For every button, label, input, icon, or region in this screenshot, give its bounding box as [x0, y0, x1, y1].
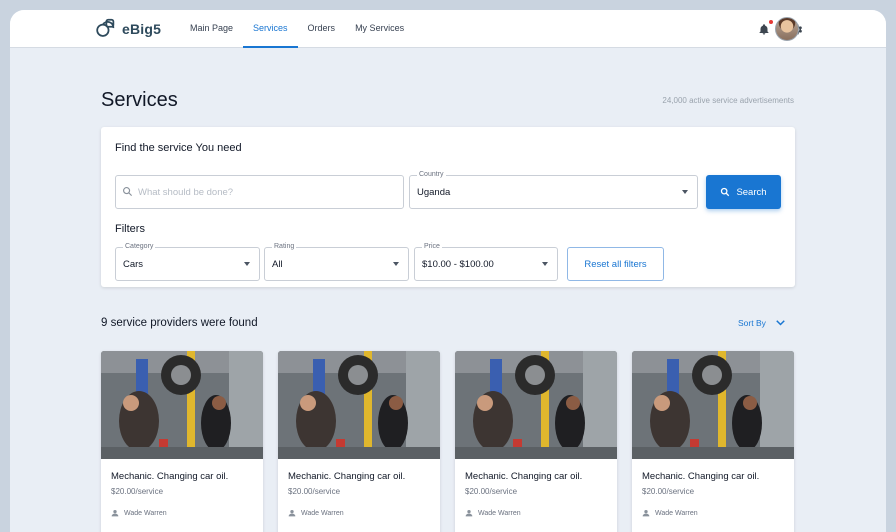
search-button[interactable]: Search [706, 175, 781, 209]
card-title: Mechanic. Changing car oil. [642, 471, 760, 482]
app-window: eBig5 Main Page Services Orders My Servi… [10, 10, 886, 532]
nav-orders[interactable]: Orders [298, 10, 346, 48]
service-card[interactable]: Mechanic. Changing car oil. $20.00/servi… [278, 351, 440, 532]
category-select[interactable]: Category Cars [115, 243, 260, 281]
user-icon [288, 510, 296, 517]
rating-label: Rating [272, 243, 297, 250]
card-author-name: Wade Warren [655, 509, 698, 517]
user-icon [465, 510, 473, 517]
logo[interactable]: eBig5 [95, 18, 161, 39]
page-title: Services [101, 89, 178, 111]
card-price: $20.00/service [642, 487, 695, 496]
service-image [455, 351, 617, 459]
chevron-down-icon [244, 262, 250, 266]
service-image [632, 351, 794, 459]
notification-dot [769, 20, 773, 24]
filters-heading: Filters [115, 223, 145, 235]
service-card-list: Mechanic. Changing car oil. $20.00/servi… [101, 351, 794, 532]
bell-icon [759, 23, 769, 34]
rating-select[interactable]: Rating All [264, 243, 409, 281]
search-input[interactable]: What should be done? [115, 175, 404, 209]
top-navigation-bar: eBig5 Main Page Services Orders My Servi… [10, 10, 886, 48]
sort-by-label: Sort By [738, 318, 766, 328]
search-placeholder: What should be done? [138, 187, 234, 198]
chevron-down-icon [776, 320, 785, 326]
category-label: Category [123, 243, 156, 250]
card-price: $20.00/service [465, 487, 518, 496]
chevron-down-icon [393, 262, 399, 266]
logo-icon [96, 18, 115, 37]
search-filter-card: Find the service You need What should be… [101, 127, 795, 287]
nav-services[interactable]: Services [243, 10, 298, 48]
service-card[interactable]: Mechanic. Changing car oil. $20.00/servi… [455, 351, 617, 532]
card-title: Mechanic. Changing car oil. [288, 471, 406, 482]
user-icon [642, 510, 650, 517]
service-card[interactable]: Mechanic. Changing car oil. $20.00/servi… [101, 351, 263, 532]
card-author-name: Wade Warren [124, 509, 167, 517]
logo-text: eBig5 [122, 20, 162, 37]
card-author-name: Wade Warren [478, 509, 521, 517]
service-card[interactable]: Mechanic. Changing car oil. $20.00/servi… [632, 351, 794, 532]
user-icon [111, 510, 119, 517]
card-price: $20.00/service [111, 487, 164, 496]
nav-my-services[interactable]: My Services [345, 10, 414, 48]
card-author: Wade Warren [465, 509, 521, 517]
search-button-label: Search [736, 186, 767, 198]
chevron-down-icon [542, 262, 548, 266]
search-heading: Find the service You need [115, 142, 242, 154]
service-image [101, 351, 263, 459]
country-label: Country [417, 171, 446, 178]
main-nav: Main Page Services Orders My Services [180, 10, 414, 48]
price-value: $10.00 - $100.00 [422, 259, 494, 270]
active-ads-count: 24,000 active service advertisements [662, 96, 794, 105]
category-value: Cars [123, 259, 144, 270]
search-icon [721, 187, 730, 197]
card-title: Mechanic. Changing car oil. [465, 471, 583, 482]
card-author: Wade Warren [111, 509, 167, 517]
search-icon [123, 187, 133, 197]
country-value: Uganda [417, 187, 451, 198]
card-author: Wade Warren [642, 509, 698, 517]
rating-value: All [272, 259, 283, 270]
card-price: $20.00/service [288, 487, 341, 496]
chevron-down-icon [682, 190, 688, 194]
notifications-button[interactable] [755, 17, 773, 41]
price-label: Price [422, 243, 442, 250]
card-author-name: Wade Warren [301, 509, 344, 517]
country-select[interactable]: Country Uganda [409, 171, 698, 209]
price-select[interactable]: Price $10.00 - $100.00 [414, 243, 558, 281]
card-title: Mechanic. Changing car oil. [111, 471, 229, 482]
service-image [278, 351, 440, 459]
user-avatar[interactable] [775, 17, 799, 41]
sort-by-dropdown[interactable]: Sort By [738, 318, 785, 328]
nav-main-page[interactable]: Main Page [180, 10, 243, 48]
card-author: Wade Warren [288, 509, 344, 517]
results-count: 9 service providers were found [101, 317, 258, 329]
reset-filters-button[interactable]: Reset all filters [567, 247, 664, 281]
